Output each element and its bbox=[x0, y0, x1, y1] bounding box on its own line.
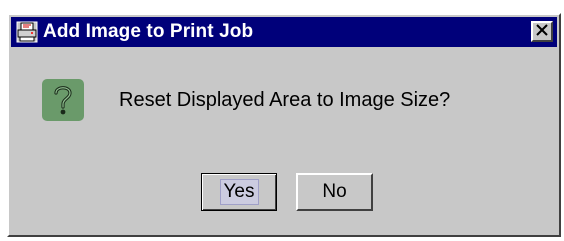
question-icon bbox=[42, 79, 84, 121]
dialog-title: Add Image to Print Job bbox=[43, 21, 254, 42]
dialog-message: Reset Displayed Area to Image Size? bbox=[119, 89, 451, 111]
title-bar[interactable]: Add Image to Print Job bbox=[11, 17, 557, 47]
yes-button-label: Yes bbox=[219, 179, 259, 205]
close-button[interactable] bbox=[531, 21, 553, 42]
dialog-body: Reset Displayed Area to Image Size? Yes … bbox=[11, 47, 557, 233]
no-button[interactable]: No bbox=[296, 173, 373, 211]
dialog-window: Add Image to Print Job Reset Displayed A… bbox=[7, 13, 561, 237]
printer-icon bbox=[16, 21, 38, 43]
close-icon bbox=[536, 23, 548, 41]
no-button-label: No bbox=[322, 181, 347, 202]
yes-button[interactable]: Yes bbox=[201, 173, 277, 211]
